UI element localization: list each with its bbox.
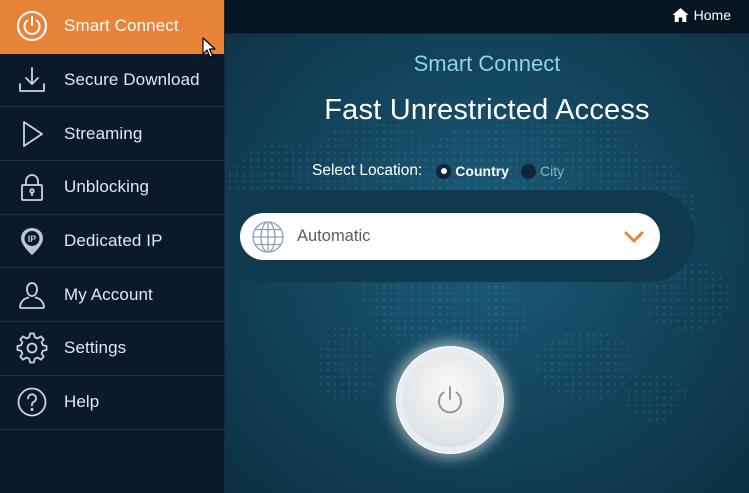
country-radio[interactable]: Country [436, 163, 509, 179]
power-icon [438, 386, 462, 414]
sidebar-item-label: Settings [64, 338, 127, 358]
dropdown-value: Automatic [297, 227, 371, 245]
city-radio[interactable]: City [520, 163, 565, 179]
top-bar: Home [225, 0, 749, 34]
sidebar-item-help[interactable]: Help [0, 376, 224, 430]
sidebar-item-label: Smart Connect [64, 16, 179, 36]
radio-unchecked-icon [520, 163, 536, 179]
city-radio-label: City [539, 163, 565, 179]
main-panel: Smart Connect Fast Unrestricted Access S… [225, 34, 749, 493]
home-link[interactable]: Home [672, 7, 731, 23]
country-radio-label: Country [455, 163, 509, 179]
sidebar-item-smart-connect[interactable]: Smart Connect [0, 0, 224, 54]
user-icon [0, 279, 64, 311]
sidebar-item-secure-download[interactable]: Secure Download [0, 54, 224, 108]
sidebar-item-label: Streaming [64, 123, 143, 143]
home-label: Home [693, 7, 731, 23]
ip-pin-icon: IP [0, 225, 64, 257]
sidebar-item-unblocking[interactable]: Unblocking [0, 161, 224, 215]
globe-icon [252, 220, 284, 253]
page-subtitle: Smart Connect [413, 51, 561, 76]
play-icon [0, 118, 64, 150]
sidebar-item-settings[interactable]: Settings [0, 322, 224, 376]
lock-icon [0, 171, 64, 203]
sidebar-item-label: Secure Download [64, 70, 200, 90]
sidebar: Smart Connect Secure Download Streaming [0, 0, 225, 493]
sidebar-item-streaming[interactable]: Streaming [0, 107, 224, 162]
home-icon [672, 8, 689, 22]
svg-text:IP: IP [28, 234, 37, 244]
radio-checked-icon [436, 163, 452, 179]
sidebar-item-dedicated-ip[interactable]: IP Dedicated IP [0, 215, 224, 269]
sidebar-item-my-account[interactable]: My Account [0, 268, 224, 323]
connect-button[interactable] [397, 347, 503, 453]
mouse-cursor-icon [202, 37, 216, 58]
power-icon [0, 10, 64, 42]
connect-button-face [403, 353, 497, 447]
sidebar-item-label: Unblocking [64, 177, 150, 197]
download-icon [0, 64, 64, 96]
sidebar-item-label: Help [64, 392, 100, 412]
chevron-down-icon [624, 231, 644, 242]
page-title: Fast Unrestricted Access [324, 94, 650, 126]
location-label: Select Location: [312, 162, 423, 179]
sidebar-item-label: My Account [64, 284, 153, 304]
help-icon [0, 386, 64, 418]
gear-icon [0, 332, 64, 364]
sidebar-item-label: Dedicated IP [64, 231, 163, 251]
location-dropdown[interactable]: Automatic [240, 213, 660, 260]
location-selector: Select Location: Country City [312, 162, 576, 180]
